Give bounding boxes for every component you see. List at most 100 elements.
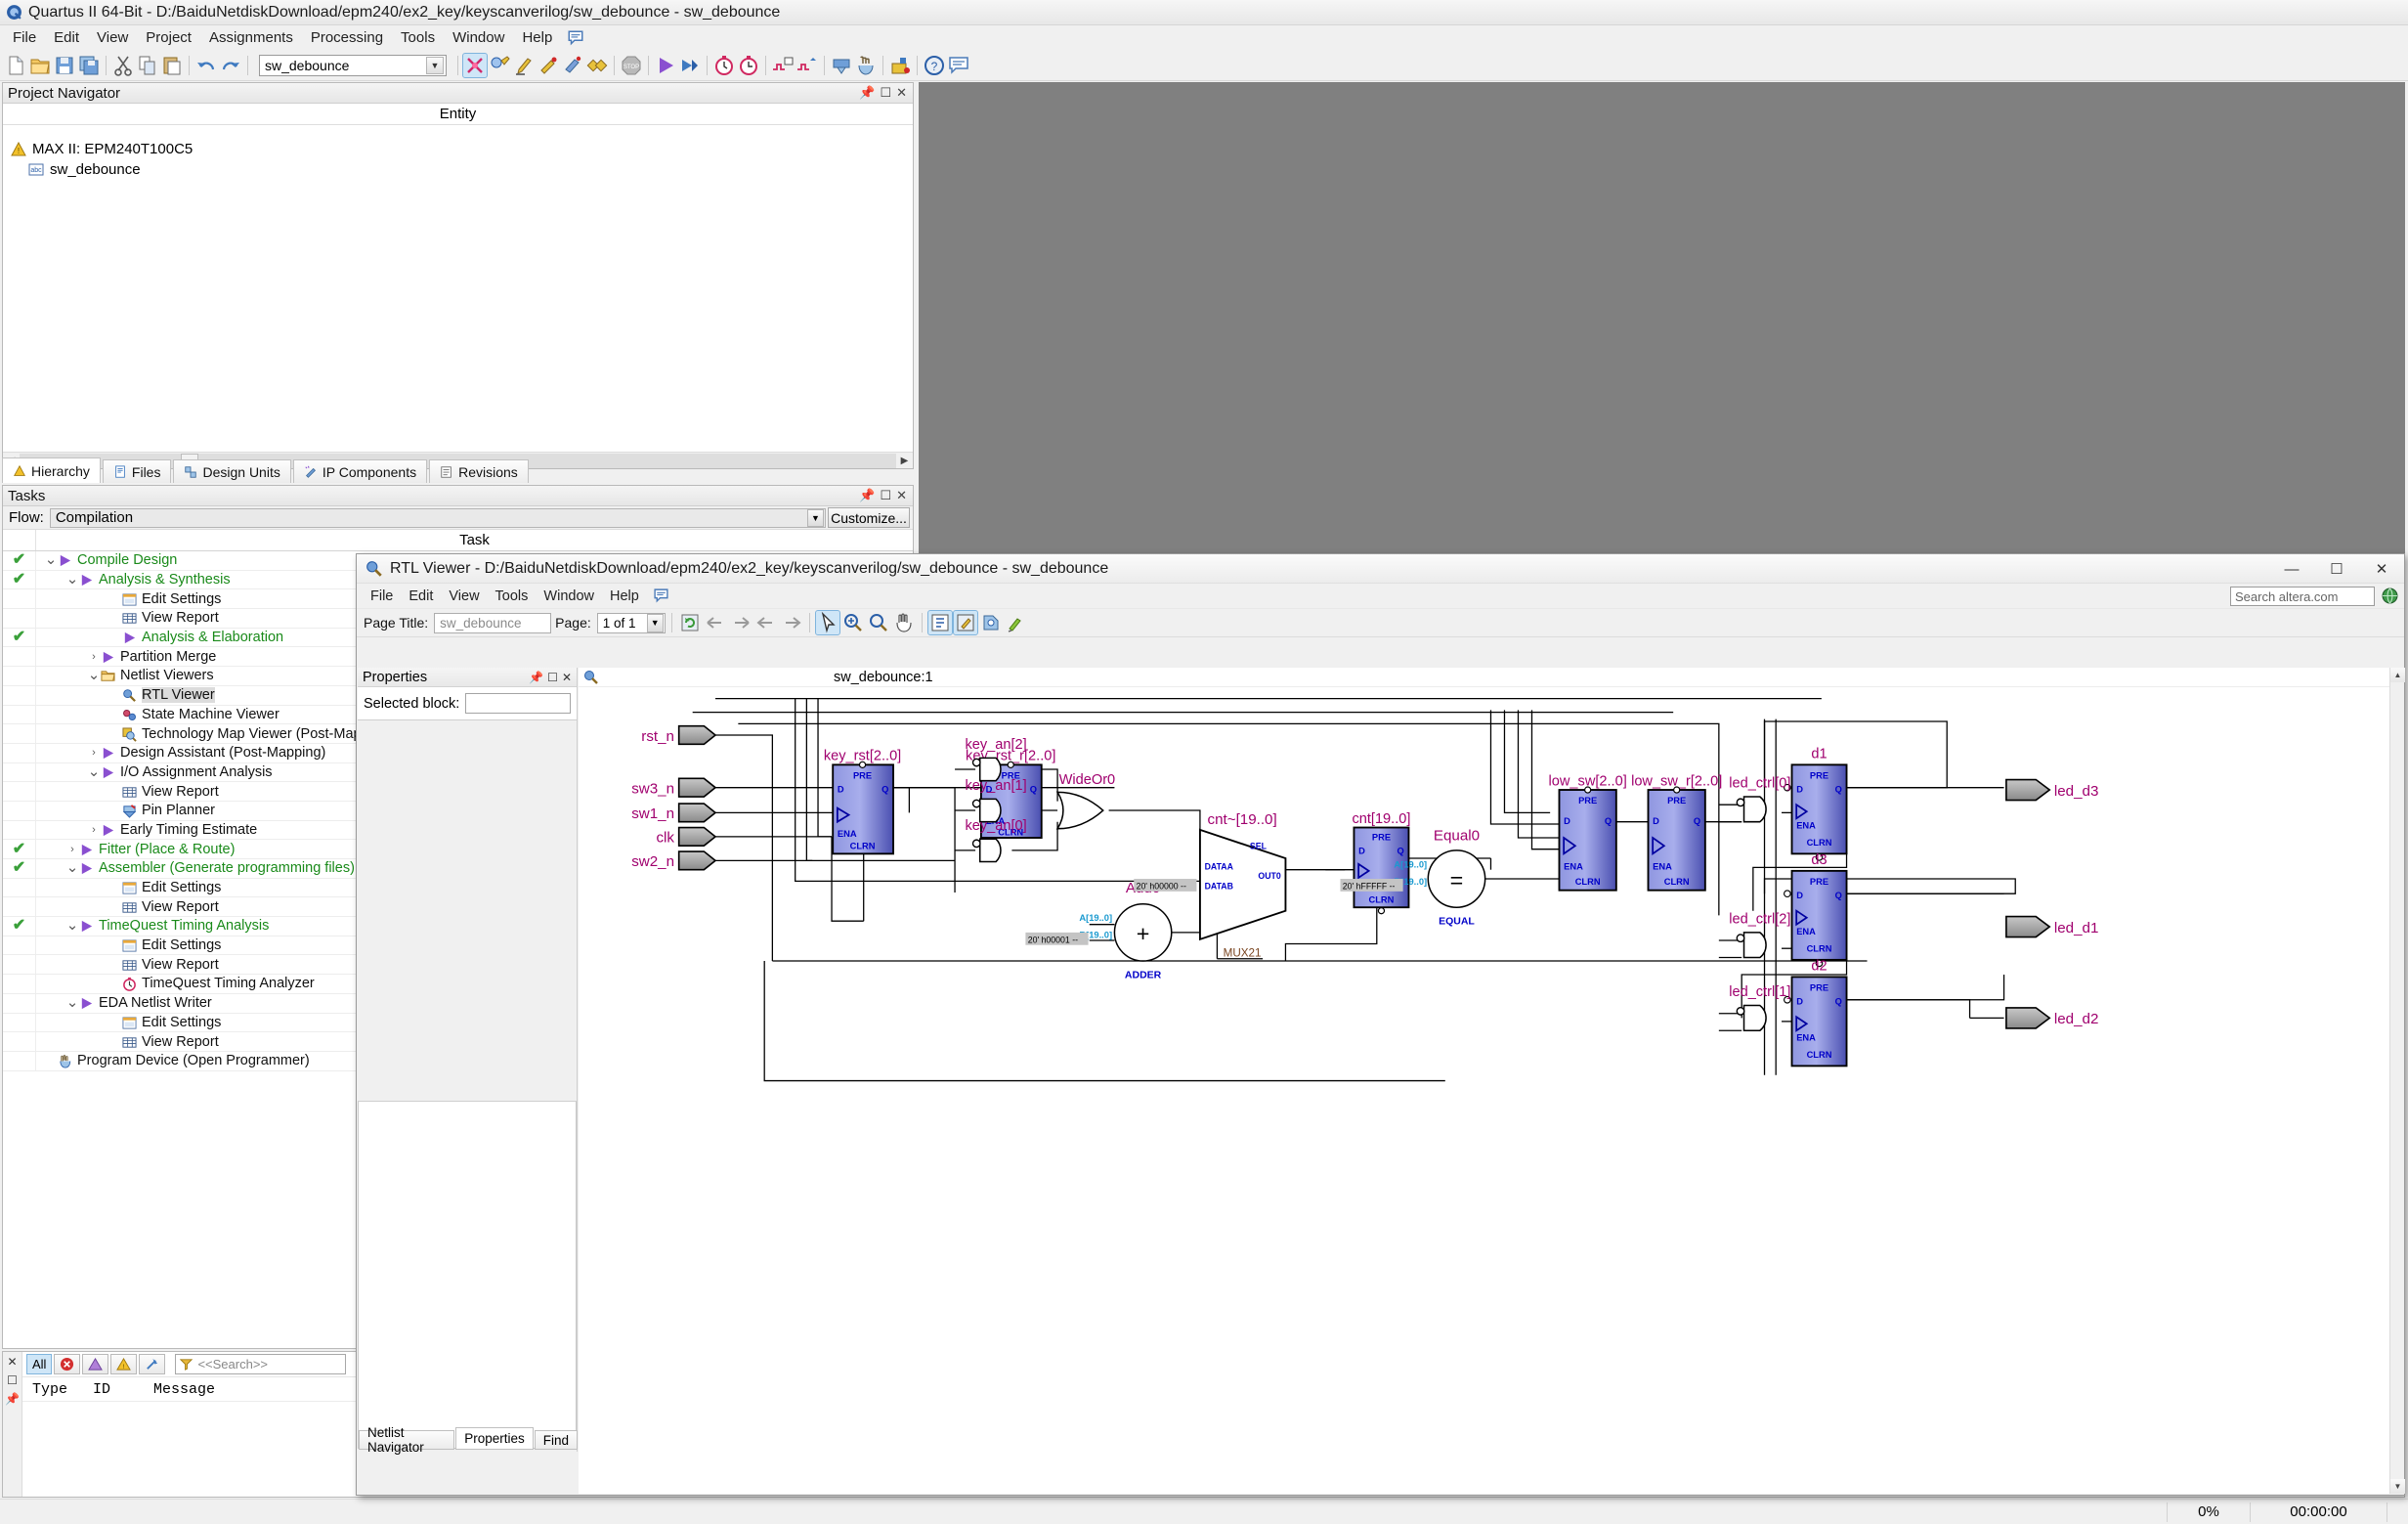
chevron-down-icon[interactable]: ⌄ [65,918,79,933]
input-pin-rst_n[interactable]: rst_n [641,724,717,746]
analysis-elaboration-button[interactable] [512,54,536,77]
save-all-button[interactable] [77,54,101,77]
speech-bubble-icon[interactable] [567,29,584,47]
gate-led_ctrl0[interactable]: led_ctrl[0] [1729,776,1790,823]
register-d1[interactable]: d1 PRE D Q ENA CLRN [1784,746,1848,861]
open-programmer-button[interactable] [854,54,878,77]
customize-button[interactable]: Customize... [828,507,910,528]
block-Add0[interactable]: + Add0 ADDER A[19..0] B[19..0] 20' h0000… [1025,880,1173,981]
rtl-bottom-tabs[interactable]: Netlist Navigator Properties Find [359,1425,579,1455]
tab-design-units[interactable]: Design Units [173,459,291,483]
speech-bubble-icon[interactable] [653,588,669,604]
input-pin-sw2_n[interactable]: sw2_n [631,850,717,871]
main-menu-bar[interactable]: File Edit View Project Assignments Proce… [0,25,2408,50]
close-icon[interactable]: ✕ [896,85,907,101]
gate-led_ctrl1[interactable]: led_ctrl[1] [1729,984,1790,1031]
signaltap-in-button[interactable] [771,54,795,77]
filter-error-button[interactable] [54,1354,81,1374]
programmer-button[interactable] [830,54,853,77]
schematic-drawing[interactable]: rst_n sw3_n sw1_n clk sw2_n key_rst[2..0… [579,687,2403,1326]
project-navigator-entity-row[interactable]: abc sw_debounce [3,159,913,180]
restore-icon[interactable]: ☐ [547,671,558,684]
highlight-button[interactable] [1005,611,1028,634]
tab-find[interactable]: Find [534,1430,578,1450]
page-title-input[interactable]: sw_debounce [434,612,552,633]
menu-processing[interactable]: Processing [302,27,392,48]
menu-tools[interactable]: Tools [392,27,444,48]
copy-button[interactable] [136,54,159,77]
pin-icon[interactable]: 📌 [5,1392,20,1406]
register-low_sw[interactable]: low_sw[2..0] PRE D Q ENA CLRN [1549,773,1627,892]
selection-tool-button[interactable] [814,610,840,635]
pan-hand-button[interactable] [892,611,916,634]
close-icon[interactable]: ✕ [896,488,907,503]
rtl-menu-help[interactable]: Help [602,587,647,606]
restore-icon[interactable]: ☐ [7,1373,18,1387]
chip-planner-button[interactable] [888,54,912,77]
chevron-down-icon[interactable]: ⌄ [87,668,101,682]
rtl-menu-window[interactable]: Window [536,587,602,606]
undo-button[interactable] [194,54,218,77]
tab-hierarchy[interactable]: Hierarchy [2,457,101,483]
new-file-button[interactable] [4,54,27,77]
chevron-right-icon[interactable]: › [87,824,101,836]
minimize-button[interactable]: — [2269,554,2314,584]
pin-icon[interactable]: 📌 [859,85,875,101]
project-navigator-tabs[interactable]: Hierarchy Files Design Units IP Componen… [2,457,914,483]
zoom-fit-button[interactable] [867,611,890,634]
scroll-up-icon[interactable]: ▲ [2390,668,2405,682]
find-button[interactable] [979,611,1003,634]
chevron-down-icon[interactable]: ⌄ [44,552,58,567]
rtl-menu-edit[interactable]: Edit [401,587,441,606]
restore-icon[interactable]: ☐ [880,85,891,101]
timing-analyzer-button[interactable] [585,54,609,77]
chevron-down-icon[interactable]: ⌄ [65,572,79,587]
project-navigator-device-row[interactable]: ! MAX II: EPM240T100C5 [3,139,913,159]
properties-toggle[interactable] [952,610,978,635]
stop-button[interactable]: STOP [620,54,643,77]
fitter-button[interactable] [537,54,560,77]
chevron-down-icon[interactable]: ▼ [426,56,444,74]
feedback-button[interactable] [947,54,970,77]
filter-all-button[interactable]: All [26,1354,53,1374]
chevron-down-icon[interactable]: ▼ [646,613,664,632]
rtl-viewer-toolbar[interactable]: Page Title: sw_debounce Page: 1 of 1 ▼ [357,609,2404,637]
tasks-panel-controls[interactable]: 📌 ☐ ✕ [859,488,913,503]
rtl-menu-tools[interactable]: Tools [488,587,537,606]
timequest-report-button[interactable] [737,54,760,77]
chevron-down-icon[interactable]: ⌄ [87,764,101,779]
menu-view[interactable]: View [88,27,137,48]
menu-edit[interactable]: Edit [45,27,88,48]
input-pin-clk[interactable]: clk [656,826,717,848]
chevron-right-icon[interactable]: › [65,844,79,855]
menu-window[interactable]: Window [444,27,513,48]
chevron-down-icon[interactable]: ⌄ [65,995,79,1010]
zoom-in-button[interactable] [841,611,865,634]
tab-netlist-navigator[interactable]: Netlist Navigator [359,1425,455,1455]
close-icon[interactable]: ✕ [562,671,572,684]
redo-button[interactable] [219,54,242,77]
rtl-menu-view[interactable]: View [441,587,487,606]
save-button[interactable] [53,54,76,77]
start-analysis-button[interactable] [678,54,702,77]
gate-WideOr0[interactable]: WideOr0 [1055,772,1115,830]
gate-led_ctrl2[interactable]: led_ctrl[2] [1729,912,1790,959]
input-pin-sw1_n[interactable]: sw1_n [631,803,717,823]
signaltap-out-button[interactable] [796,54,819,77]
chevron-down-icon[interactable]: ▼ [807,508,824,527]
netlist-navigator-toggle[interactable] [926,610,953,635]
messages-side-controls[interactable]: ✕ ☐ 📌 [3,1352,22,1497]
start-compilation-button[interactable] [654,54,677,77]
rtl-schematic-canvas[interactable]: sw_debounce:1 rst_n sw3_n sw1_n clk sw2_… [579,668,2403,1494]
pin-icon[interactable]: 📌 [529,671,543,684]
scroll-down-icon[interactable]: ▼ [2390,1479,2405,1494]
filter-critical-button[interactable] [82,1354,109,1374]
page-select[interactable]: 1 of 1 ▼ [596,612,666,633]
rtl-properties-controls[interactable]: 📌 ☐ ✕ [529,671,577,684]
menu-help[interactable]: Help [513,27,561,48]
main-toolbar[interactable]: sw_debounce ▼ STOP ? [0,50,2408,81]
prev-page-button[interactable] [754,611,778,634]
tab-revisions[interactable]: Revisions [429,459,529,483]
chevron-right-icon[interactable]: › [87,651,101,663]
revision-combo[interactable]: sw_debounce ▼ [259,54,447,76]
